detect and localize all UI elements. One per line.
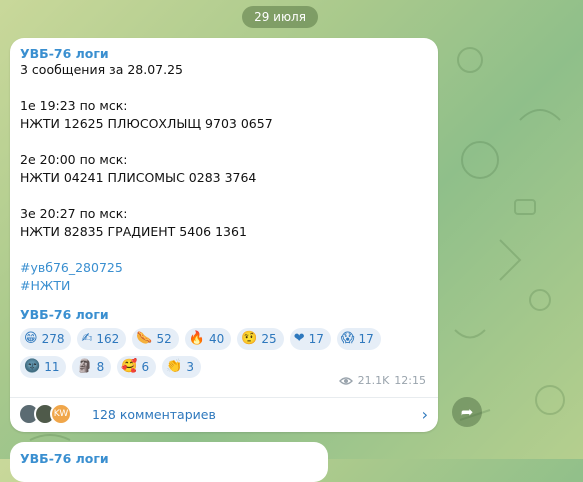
comments-button[interactable]: KW 128 комментариев › [18, 400, 428, 428]
reaction-count: 278 [41, 332, 65, 346]
reaction-emoji-icon: 😱 [340, 331, 355, 346]
reaction-chip[interactable]: 🥰 6 [117, 356, 157, 378]
reaction-count: 52 [156, 332, 172, 346]
reaction-emoji-icon: ✍ [81, 331, 93, 346]
share-icon[interactable]: ➦ [452, 397, 482, 427]
reaction-emoji-icon: ❤ [293, 331, 305, 346]
reaction-count: 162 [96, 332, 120, 346]
reaction-count: 11 [44, 360, 60, 374]
reaction-chip[interactable]: 🌭 52 [132, 328, 179, 350]
post-text-line: 3е 20:27 по мск: [20, 206, 128, 221]
post-text-line: 3 сообщения за 28.07.25 [20, 62, 184, 77]
post-signature[interactable]: УВБ-76 логи [20, 307, 428, 322]
reaction-chip[interactable]: 🗿 8 [72, 356, 112, 378]
post-meta: 21.1K 12:15 [338, 374, 426, 387]
chevron-right-icon: › [421, 404, 428, 424]
comments-label: 128 комментариев [92, 406, 216, 422]
post-time: 12:15 [394, 374, 426, 387]
reactions-bar: 😁 278 ✍ 162 🌭 52 🔥 40 🤨 25 ❤ 17 😱 17 🌚 11 🗿 8 🥰 6 👏 3 [20, 328, 420, 378]
post-text-line [20, 241, 428, 259]
view-count: 21.1K [357, 374, 390, 387]
reaction-emoji-icon: 👏 [166, 359, 183, 374]
reaction-chip[interactable]: 👏 3 [162, 356, 201, 378]
reaction-chip[interactable]: ✍ 162 [77, 328, 127, 350]
date-separator: 29 июля [242, 6, 318, 28]
reaction-emoji-icon: 🔥 [188, 331, 205, 346]
hashtag-link[interactable]: #увб76_280725 [20, 259, 428, 277]
post-text-line [20, 187, 428, 205]
post-sender[interactable]: УВБ-76 логи [20, 46, 428, 61]
avatar: KW [50, 403, 72, 425]
post-text-line: НЖТИ 12625 ПЛЮСОХЛЫЩ 9703 0657 [20, 116, 273, 131]
post-text-line: 1е 19:23 по мск: [20, 98, 128, 113]
post-text: 3 сообщения за 28.07.25 1е 19:23 по мск: Н… [20, 61, 428, 259]
reaction-chip[interactable]: 🔥 40 [184, 328, 232, 350]
reaction-count: 17 [308, 332, 324, 346]
reaction-chip[interactable]: 😱 17 [336, 328, 381, 350]
reaction-count: 8 [96, 360, 105, 374]
reaction-emoji-icon: 😁 [24, 331, 38, 346]
post-text-line: 2е 20:00 по мск: [20, 152, 128, 167]
hashtag-link[interactable]: #НЖТИ [20, 277, 428, 295]
reaction-count: 6 [141, 360, 150, 374]
reaction-count: 17 [358, 332, 374, 346]
reaction-count: 3 [186, 360, 194, 374]
reaction-chip[interactable]: ❤ 17 [289, 328, 331, 350]
channel-post: УВБ-76 логи 3 сообщения за 28.07.25 1е 19… [10, 38, 438, 432]
reaction-emoji-icon: 🥰 [121, 359, 138, 374]
post-text-line [20, 79, 428, 97]
eye-icon [338, 376, 353, 385]
commenter-avatars: KW [18, 403, 72, 425]
next-channel-post: УВБ-76 логи [10, 442, 328, 482]
reaction-chip[interactable]: 😁 278 [20, 328, 72, 350]
reaction-emoji-icon: 🌭 [136, 331, 153, 346]
post-text-line: НЖТИ 04241 ПЛИСОМЫС 0283 3764 [20, 170, 257, 185]
post-text-line [20, 133, 428, 151]
reaction-chip[interactable]: 🤨 25 [237, 328, 284, 350]
reaction-emoji-icon: 🌚 [24, 359, 41, 374]
reaction-chip[interactable]: 🌚 11 [20, 356, 67, 378]
reaction-count: 25 [261, 332, 277, 346]
reaction-count: 40 [208, 332, 225, 346]
reaction-emoji-icon: 🤨 [241, 331, 258, 346]
divider [10, 397, 438, 398]
post-text-line: НЖТИ 82835 ГРАДИЕНТ 5406 1361 [20, 224, 247, 239]
reaction-emoji-icon: 🗿 [76, 359, 93, 374]
